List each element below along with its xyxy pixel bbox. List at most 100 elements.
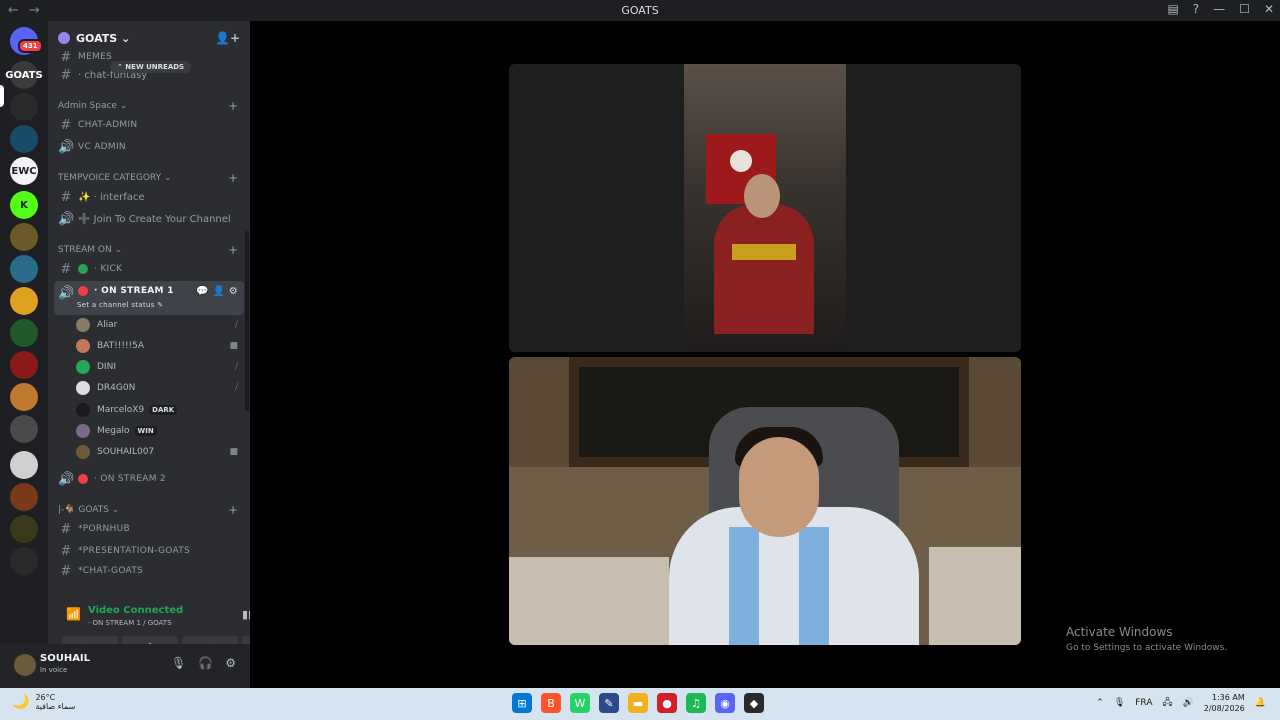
category-stream-on[interactable]: STREAM ON ⌄ + [58,243,244,257]
channel-pornhub[interactable]: # *PORNHUB [54,519,244,539]
brave-icon[interactable]: B [541,693,561,713]
avatar[interactable] [14,654,36,676]
channel-presentation-goats[interactable]: # *PRESENTATION-GOATS [54,541,244,561]
network-icon[interactable]: 🖧 [1162,695,1172,711]
hash-icon: # [60,543,72,559]
server-icon[interactable]: GOATS [5,61,43,89]
server-icon[interactable]: K [10,191,38,219]
add-channel-icon[interactable]: + [228,171,238,185]
speaker-icon: 🔊 [58,211,75,227]
language-indicator[interactable]: FRA [1135,698,1152,708]
gear-icon[interactable]: ⚙ [229,286,238,297]
weather-widget[interactable]: 🌙 26°C سماء صافية [12,693,75,711]
headphones-icon[interactable]: 🎧 [198,656,213,670]
time: 1:36 AM [1211,693,1245,702]
invite-icon[interactable]: 👤+ [215,31,240,45]
avatar [76,360,90,374]
add-channel-icon[interactable]: + [228,503,238,517]
server-icon[interactable] [10,383,38,411]
channel-actions: 💬 👤 ⚙ [196,286,238,297]
explorer-icon[interactable]: ▬ [628,693,648,713]
maximize-button[interactable]: ☐ [1239,2,1250,16]
user-tag-badge: WIN [134,426,157,436]
editor-icon[interactable]: ✎ [599,693,619,713]
sidebar-scrollbar[interactable] [245,231,249,411]
camera-icon: ■ [229,341,238,351]
server-icon[interactable] [10,547,38,575]
voice-user[interactable]: DINI ⧸ [76,357,242,377]
avatar [76,381,90,395]
whatsapp-icon[interactable]: W [570,693,590,713]
channel-label: · ON STREAM 1 [94,286,174,296]
media-icon[interactable]: ◆ [744,693,764,713]
voice-user[interactable]: Megalo WIN [76,421,242,441]
noise-suppression-icon[interactable]: ▮▮ [242,608,250,621]
channel-on-stream-2[interactable]: 🔊 · ON STREAM 2 [54,469,244,489]
notification-icon[interactable]: 🔔 [1255,698,1266,708]
discord-icon[interactable]: ◉ [715,693,735,713]
set-channel-status[interactable]: Set a channel status ✎ [77,301,163,309]
video-tile-2[interactable] [509,357,1021,645]
server-icon[interactable] [10,319,38,347]
clock[interactable]: 1:36 AM 2/08/2026 [1204,692,1245,714]
server-icon[interactable] [10,223,38,251]
spotify-icon[interactable]: ♫ [686,693,706,713]
voice-user[interactable]: BAT!!!!!5A ■ [76,336,242,356]
server-icon[interactable] [10,515,38,543]
chevron-up-icon[interactable]: ⌃ [1096,698,1104,708]
voice-user[interactable]: Aliar ⧸ [76,315,242,335]
mention-badge: 431 [18,39,43,53]
hash-icon: # [60,261,72,277]
server-icon[interactable] [10,483,38,511]
chat-icon[interactable]: 💬 [196,286,209,297]
video-tile-1[interactable] [509,64,1021,352]
channel-vc-admin[interactable]: 🔊 VC ADMIN [54,137,244,157]
voice-user-name: Megalo [97,426,130,436]
microphone-icon[interactable]: 🎙 [1114,698,1125,708]
server-icon[interactable] [10,351,38,379]
channel-chat-admin[interactable]: # CHAT-ADMIN [54,115,244,135]
channel-join-to-create[interactable]: 🔊 ➕ Join To Create Your Channel [54,209,244,229]
user-status: In voice [40,666,68,674]
server-icon[interactable] [10,287,38,315]
volume-icon[interactable]: 🔊 [1183,698,1194,708]
category-goats[interactable]: |-🐐 GOATS ⌄ + [58,503,244,517]
voice-user[interactable]: SOUHAIL007 ■ [76,442,242,462]
channel-label: · KICK [94,264,123,274]
server-icon[interactable]: EWC [10,157,38,185]
username[interactable]: SOUHAIL [40,653,90,664]
voice-user[interactable]: MarceloX9 DARK [76,400,242,420]
temperature: 26°C [35,693,56,702]
muted-icon: ⧸ [234,362,238,372]
channel-label: *CHAT-GOATS [78,566,144,576]
minimize-button[interactable]: — [1213,2,1225,16]
avatar [76,424,90,438]
channel-chat-goats[interactable]: # *CHAT-GOATS [54,564,244,578]
voice-user[interactable]: DR4G0N ⧸ [76,378,242,398]
channel-interface[interactable]: # ✨ · interface [54,187,244,207]
add-channel-icon[interactable]: + [228,243,238,257]
new-unreads-pill[interactable]: ⌃ NEW UNREADS [110,61,192,73]
category-admin-space[interactable]: Admin Space ⌄ + [58,99,244,113]
windows-icon[interactable]: ⊞ [512,693,532,713]
record-icon[interactable]: ● [657,693,677,713]
muted-icon: ⧸ [234,320,238,330]
inbox-icon[interactable]: ▤ [1167,2,1178,16]
category-tempvoice[interactable]: TEMPVOICE CATEGORY ⌄ + [58,171,244,185]
microphone-icon[interactable]: 🎙 [171,656,186,670]
invite-member-icon[interactable]: 👤 [212,286,225,297]
avatar [76,318,90,332]
voice-status[interactable]: Video Connected [88,605,183,616]
channel-on-stream-1[interactable]: 🔊 · ON STREAM 1 💬 👤 ⚙ Set a channel stat… [54,281,244,315]
server-icon[interactable] [10,451,38,479]
server-icon[interactable] [10,255,38,283]
gear-icon[interactable]: ⚙ [225,656,236,670]
help-icon[interactable]: ? [1193,2,1199,16]
server-icon[interactable] [10,125,38,153]
add-channel-icon[interactable]: + [228,99,238,113]
close-button[interactable]: ✕ [1264,2,1274,16]
voice-location[interactable]: · ON STREAM 1 / GOATS [88,619,172,627]
server-icon[interactable] [10,93,38,121]
server-icon[interactable] [10,415,38,443]
channel-kick[interactable]: # · KICK [54,259,244,279]
